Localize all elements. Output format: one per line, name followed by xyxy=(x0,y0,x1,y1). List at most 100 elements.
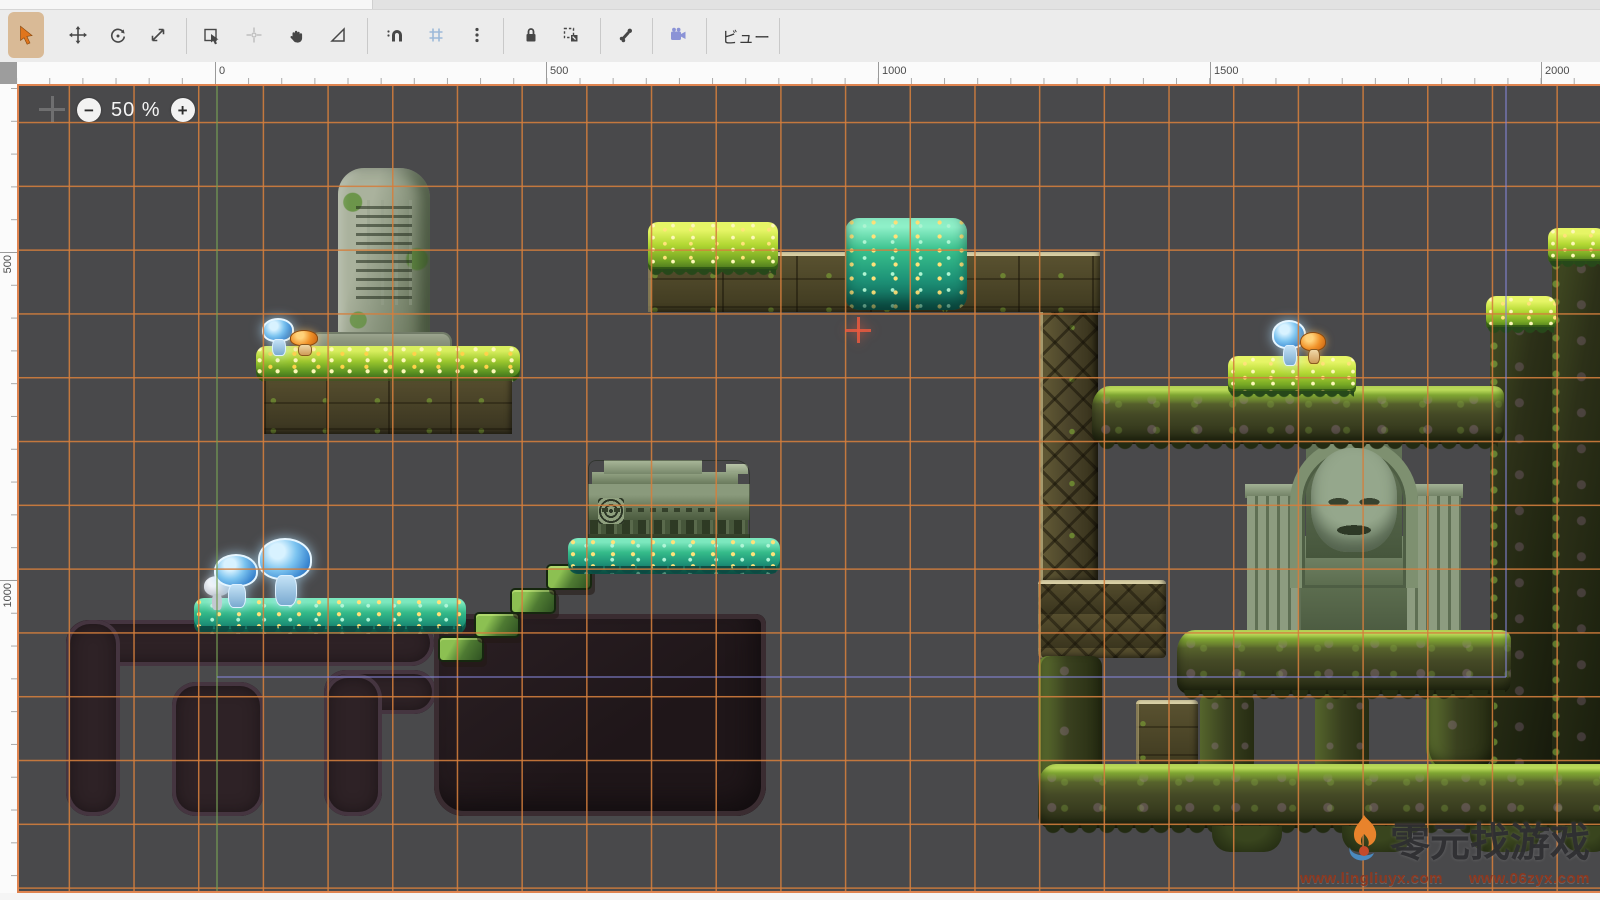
tile-statue xyxy=(1245,438,1463,642)
tile-grass-cap xyxy=(1486,296,1556,330)
view-menu-button[interactable]: ビュー xyxy=(712,18,780,54)
camera-override-button[interactable] xyxy=(660,12,696,58)
magnet-icon xyxy=(385,25,405,45)
tile-cave-bar xyxy=(172,682,264,816)
grid-icon xyxy=(426,25,446,45)
select-tool-button[interactable] xyxy=(8,12,44,58)
group-icon xyxy=(561,25,581,45)
watermark: 零元找游戏 www.lingliuyx.com www.06zyx.com xyxy=(1274,810,1590,887)
tile-stone-column xyxy=(1040,312,1098,580)
tile-mossy-platform xyxy=(1177,630,1511,694)
ruler-major-tick xyxy=(215,62,216,84)
ruler-major-tick xyxy=(1210,62,1211,84)
tile-monolith xyxy=(338,168,430,358)
group-button[interactable] xyxy=(553,12,589,58)
tile-grass-cap xyxy=(648,222,778,272)
vertical-ruler[interactable]: 500 1000 xyxy=(0,84,17,893)
ruler-corner-box xyxy=(0,62,18,85)
toolbar-separator xyxy=(367,18,368,54)
snap-options-button[interactable] xyxy=(459,12,495,58)
zoom-out-button[interactable]: − xyxy=(77,98,101,122)
ruler-major-tick xyxy=(878,62,879,84)
ruler-major-tick xyxy=(0,252,17,253)
tile-stone-block xyxy=(1038,580,1166,658)
tile-mushroom-orange xyxy=(290,330,318,356)
tile-mossy-stub xyxy=(1212,826,1282,852)
ruler-triangle-icon xyxy=(328,25,348,45)
bone-icon xyxy=(616,25,636,45)
tile-platform-teal xyxy=(574,538,774,602)
ruler-major-tick xyxy=(0,580,17,581)
toolbar-separator xyxy=(186,18,187,54)
tile-mushroom-orange xyxy=(1300,332,1326,364)
canvas-toolbar: ビュー xyxy=(0,10,1600,62)
toolbar-separator xyxy=(503,18,504,54)
tile-mushroom-blue xyxy=(214,554,258,608)
ruler-tool-button[interactable] xyxy=(320,12,356,58)
scale-icon xyxy=(148,25,168,45)
ruler-label: 1500 xyxy=(1214,65,1238,77)
ruler-label: 1000 xyxy=(2,583,14,607)
view-menu-label: ビュー xyxy=(722,24,770,48)
tile-cave-bar xyxy=(324,674,382,816)
watermark-url-2: www.06zyx.com xyxy=(1469,870,1590,887)
ruler-label: 0 xyxy=(219,65,225,77)
scene-layer xyxy=(19,86,1600,891)
pivot-icon xyxy=(244,25,264,45)
toolbar-separator xyxy=(600,18,601,54)
list-select-icon xyxy=(202,25,222,45)
list-select-button[interactable] xyxy=(194,12,230,58)
hand-icon xyxy=(286,25,306,45)
move-tool-button[interactable] xyxy=(60,12,96,58)
tab-strip xyxy=(0,0,1600,10)
tile-machine xyxy=(588,460,750,546)
tile-step xyxy=(510,588,556,614)
tile-platform-green xyxy=(260,346,516,434)
ruler-label: 1000 xyxy=(882,65,906,77)
ruler-major-tick xyxy=(1541,62,1542,84)
pan-tool-button[interactable] xyxy=(278,12,314,58)
tile-cave-bar xyxy=(66,620,120,816)
zoom-percent-label[interactable]: 50 % xyxy=(111,99,161,122)
smart-snap-button[interactable] xyxy=(377,12,413,58)
tile-rock-mass xyxy=(1552,258,1600,766)
editor-window: ビュー 0 500 1000 1500 2000 500 1000 − 50 % + 零元… xyxy=(0,0,1600,900)
watermark-url-1: www.lingliuyx.com xyxy=(1300,870,1443,887)
camera-icon xyxy=(668,25,688,45)
toolbar-separator xyxy=(779,18,780,54)
viewport-canvas[interactable]: − 50 % + 零元找游戏 www.lingliuyx.com www.06zy… xyxy=(17,84,1600,893)
toolbar-separator xyxy=(652,18,653,54)
skeleton-options-button[interactable] xyxy=(608,12,644,58)
lock-button[interactable] xyxy=(513,12,549,58)
tile-mossy-pillar xyxy=(1315,694,1369,772)
scale-tool-button[interactable] xyxy=(140,12,176,58)
ruler-label: 2000 xyxy=(1545,65,1569,77)
ruler-label: 500 xyxy=(2,255,14,273)
ruler-label: 500 xyxy=(550,65,568,77)
toolbar-separator xyxy=(706,18,707,54)
bottom-strip xyxy=(0,893,1600,900)
tile-step xyxy=(474,612,520,638)
select-arrow-icon xyxy=(15,24,37,46)
zoom-in-button[interactable]: + xyxy=(171,98,195,122)
tile-grass-cap xyxy=(1548,228,1600,264)
tile-mushroom-blue xyxy=(258,538,312,606)
watermark-title: 零元找游戏 xyxy=(1390,810,1590,868)
active-tab-remnant xyxy=(0,0,373,9)
rotate-tool-button[interactable] xyxy=(100,12,136,58)
ruler-major-tick xyxy=(546,62,547,84)
tile-stone-block xyxy=(1136,700,1198,766)
move-icon xyxy=(68,25,88,45)
tile-mossy-pillar xyxy=(1200,694,1254,772)
watermark-urls: www.lingliuyx.com www.06zyx.com xyxy=(1274,870,1590,887)
watermark-flame-icon xyxy=(1340,813,1384,865)
tile-step xyxy=(438,636,484,662)
zoom-controls: − 50 % + xyxy=(77,98,195,122)
pivot-tool-button[interactable] xyxy=(236,12,272,58)
lock-icon xyxy=(521,25,541,45)
grid-snap-button[interactable] xyxy=(418,12,454,58)
tile-teal-bush xyxy=(845,218,967,310)
vertical-dots-icon xyxy=(467,25,487,45)
rotate-icon xyxy=(108,25,128,45)
horizontal-ruler[interactable]: 0 500 1000 1500 2000 xyxy=(17,62,1600,84)
